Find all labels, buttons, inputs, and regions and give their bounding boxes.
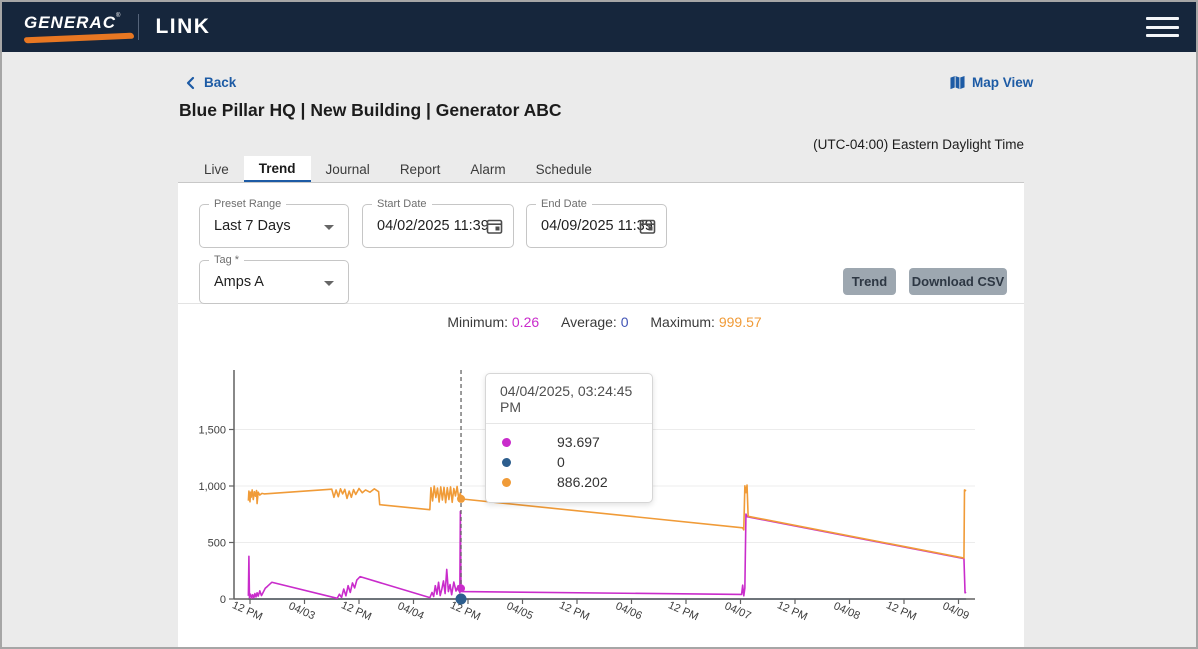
trend-button[interactable]: Trend bbox=[843, 268, 896, 295]
generac-swoosh-icon bbox=[24, 33, 134, 44]
end-date-value: 04/09/2025 11:39 bbox=[541, 218, 653, 234]
tooltip-row: 886.202 bbox=[486, 472, 652, 492]
product-name: LINK bbox=[155, 15, 210, 39]
map-view-label: Map View bbox=[972, 75, 1033, 90]
tooltip-value: 93.697 bbox=[557, 434, 600, 450]
tag-label: Tag * bbox=[209, 254, 244, 266]
tooltip-value: 886.202 bbox=[557, 474, 608, 490]
series-dot-icon bbox=[502, 478, 511, 487]
tag-select[interactable]: Tag * Amps A bbox=[199, 260, 349, 304]
content-panel: Preset Range Last 7 Days Start Date 04/0… bbox=[178, 183, 1024, 649]
tooltip-value: 0 bbox=[557, 454, 565, 470]
brand-logo: GENERAC® LINK bbox=[24, 13, 210, 41]
minimum-value: 0.26 bbox=[512, 314, 539, 330]
svg-text:12 PM: 12 PM bbox=[884, 599, 918, 623]
preset-range-value: Last 7 Days bbox=[214, 218, 291, 234]
tab-trend[interactable]: Trend bbox=[244, 156, 311, 182]
svg-text:12 PM: 12 PM bbox=[775, 599, 809, 623]
svg-text:12 PM: 12 PM bbox=[339, 599, 373, 623]
svg-text:0: 0 bbox=[220, 594, 226, 606]
filter-section: Preset Range Last 7 Days Start Date 04/0… bbox=[178, 183, 1024, 304]
chevron-down-icon bbox=[324, 225, 334, 230]
average-label: Average: bbox=[561, 314, 617, 330]
generac-wordmark: GENERAC bbox=[24, 13, 116, 32]
calendar-icon[interactable] bbox=[639, 218, 656, 235]
timezone-label: (UTC-04:00) Eastern Daylight Time bbox=[178, 137, 1024, 152]
download-csv-button[interactable]: Download CSV bbox=[909, 268, 1007, 295]
series-dot-icon bbox=[502, 438, 511, 447]
tooltip-values: 93.697 0 886.202 bbox=[486, 424, 652, 502]
generac-logo: GENERAC® bbox=[24, 13, 120, 41]
svg-text:04/03: 04/03 bbox=[287, 600, 317, 622]
top-bar: GENERAC® LINK bbox=[2, 2, 1196, 52]
preset-range-label: Preset Range bbox=[209, 198, 286, 210]
svg-text:12 PM: 12 PM bbox=[557, 599, 591, 623]
brand-divider bbox=[138, 14, 139, 40]
end-date-input[interactable]: End Date 04/09/2025 11:39 bbox=[526, 204, 667, 248]
hamburger-menu-icon[interactable] bbox=[1146, 14, 1179, 40]
chart-tooltip: 04/04/2025, 03:24:45 PM 93.697 0 886.202 bbox=[485, 373, 653, 503]
app-window: GENERAC® LINK Back Map View Blue Pillar … bbox=[0, 0, 1198, 649]
svg-text:500: 500 bbox=[208, 538, 226, 550]
map-icon bbox=[950, 75, 965, 90]
tooltip-row: 0 bbox=[486, 452, 652, 472]
back-label: Back bbox=[204, 75, 236, 90]
svg-text:1,500: 1,500 bbox=[198, 425, 226, 437]
tooltip-row: 93.697 bbox=[486, 432, 652, 452]
svg-text:04/05: 04/05 bbox=[505, 600, 535, 622]
end-date-label: End Date bbox=[536, 198, 592, 210]
svg-text:04/08: 04/08 bbox=[832, 600, 862, 622]
start-date-value: 04/02/2025 11:39 bbox=[377, 218, 489, 234]
tooltip-timestamp: 04/04/2025, 03:24:45 PM bbox=[486, 374, 652, 424]
calendar-icon[interactable] bbox=[486, 218, 503, 235]
svg-text:12 PM: 12 PM bbox=[666, 599, 700, 623]
tab-alarm[interactable]: Alarm bbox=[455, 156, 520, 182]
chevron-left-icon bbox=[185, 76, 196, 90]
tab-report[interactable]: Report bbox=[385, 156, 456, 182]
registered-mark: ® bbox=[116, 13, 120, 19]
chevron-down-icon bbox=[324, 281, 334, 286]
map-view-button[interactable]: Map View bbox=[950, 75, 1033, 90]
tab-schedule[interactable]: Schedule bbox=[521, 156, 607, 182]
trend-chart[interactable]: 0 500 1,000 1,500 12 PM 04/03 12 PM 04/04 12 PM 0… bbox=[178, 362, 1024, 648]
stats-row: Minimum: 0.26 Average: 0 Maximum: 999.57 bbox=[234, 314, 975, 330]
tab-journal[interactable]: Journal bbox=[311, 156, 385, 182]
svg-text:1,000: 1,000 bbox=[198, 481, 226, 493]
svg-text:04/09: 04/09 bbox=[941, 600, 971, 622]
svg-text:12 PM: 12 PM bbox=[448, 599, 482, 623]
tag-value: Amps A bbox=[214, 274, 264, 290]
maximum-label: Maximum: bbox=[650, 314, 715, 330]
start-date-label: Start Date bbox=[372, 198, 432, 210]
average-value: 0 bbox=[621, 314, 629, 330]
svg-text:04/04: 04/04 bbox=[396, 600, 426, 622]
svg-text:12 PM: 12 PM bbox=[230, 599, 264, 623]
back-link[interactable]: Back bbox=[185, 75, 236, 90]
maximum-value: 999.57 bbox=[719, 314, 762, 330]
tab-bar: LiveTrendJournalReportAlarmSchedule bbox=[178, 156, 1024, 183]
start-date-input[interactable]: Start Date 04/02/2025 11:39 bbox=[362, 204, 514, 248]
svg-text:04/06: 04/06 bbox=[614, 600, 644, 622]
minimum-label: Minimum: bbox=[447, 314, 508, 330]
series-dot-icon bbox=[502, 458, 511, 467]
svg-text:04/07: 04/07 bbox=[723, 600, 753, 622]
tab-live[interactable]: Live bbox=[189, 156, 244, 182]
preset-range-select[interactable]: Preset Range Last 7 Days bbox=[199, 204, 349, 248]
page-title: Blue Pillar HQ | New Building | Generato… bbox=[179, 100, 562, 121]
